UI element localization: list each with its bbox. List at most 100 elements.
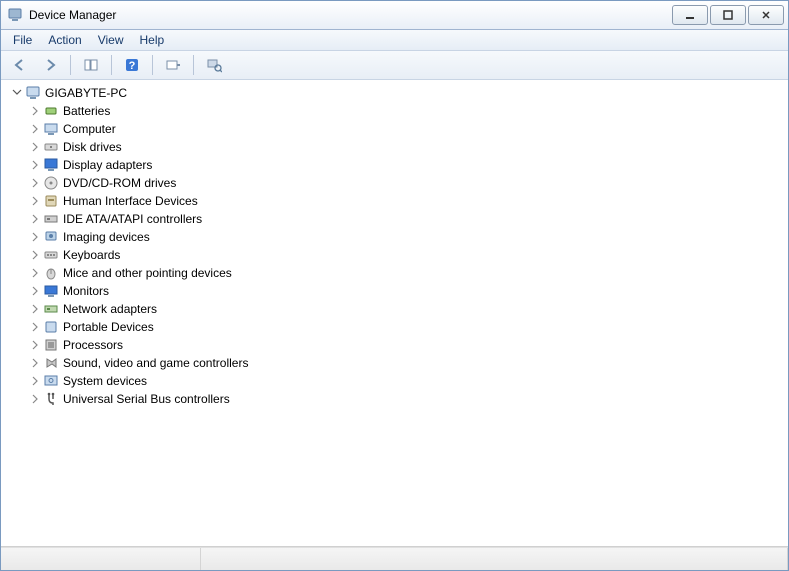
mouse-icon: [43, 265, 59, 281]
window-controls: [672, 5, 788, 25]
tree-category-label: Computer: [63, 122, 116, 136]
keyboard-icon: [43, 247, 59, 263]
tree-root-label: GIGABYTE-PC: [45, 86, 127, 100]
tree-category-row[interactable]: Keyboards: [29, 246, 788, 264]
tree-category-label: IDE ATA/ATAPI controllers: [63, 212, 202, 226]
toolbar-separator: [70, 55, 71, 75]
back-button[interactable]: [7, 53, 33, 77]
tree-category-row[interactable]: Network adapters: [29, 300, 788, 318]
show-hide-console-button[interactable]: [78, 53, 104, 77]
system-device-icon: [43, 373, 59, 389]
tree-category-row[interactable]: Monitors: [29, 282, 788, 300]
device-manager-icon: [7, 7, 23, 23]
expand-icon[interactable]: [29, 177, 41, 189]
tree-category-row[interactable]: Display adapters: [29, 156, 788, 174]
menu-action[interactable]: Action: [40, 31, 89, 49]
expand-icon[interactable]: [29, 123, 41, 135]
window-title: Device Manager: [29, 8, 672, 22]
toolbar-separator: [111, 55, 112, 75]
forward-button[interactable]: [37, 53, 63, 77]
tree-category-row[interactable]: Computer: [29, 120, 788, 138]
menu-help[interactable]: Help: [132, 31, 173, 49]
collapse-icon[interactable]: [11, 87, 23, 99]
toolbar: ?: [1, 51, 788, 80]
expand-icon[interactable]: [29, 159, 41, 171]
tree-category-row[interactable]: Sound, video and game controllers: [29, 354, 788, 372]
tree-category-label: DVD/CD-ROM drives: [63, 176, 176, 190]
expand-icon[interactable]: [29, 249, 41, 261]
tree-category-row[interactable]: Portable Devices: [29, 318, 788, 336]
tree-category-row[interactable]: Mice and other pointing devices: [29, 264, 788, 282]
tree-category-label: Batteries: [63, 104, 110, 118]
tree-category-row[interactable]: Universal Serial Bus controllers: [29, 390, 788, 408]
battery-icon: [43, 103, 59, 119]
network-adapter-icon: [43, 301, 59, 317]
display-adapter-icon: [43, 157, 59, 173]
tree-root-row[interactable]: GIGABYTE-PC: [11, 84, 788, 102]
tree-category-label: Portable Devices: [63, 320, 154, 334]
tree-category-label: Sound, video and game controllers: [63, 356, 248, 370]
tree-children: Batteries Computer Disk drives Display adap…: [29, 102, 788, 408]
menu-file[interactable]: File: [5, 31, 40, 49]
expand-icon[interactable]: [29, 393, 41, 405]
view-devices-button[interactable]: [201, 53, 227, 77]
processor-icon: [43, 337, 59, 353]
tree-category-row[interactable]: Imaging devices: [29, 228, 788, 246]
toolbar-separator: [193, 55, 194, 75]
tree-category-row[interactable]: Disk drives: [29, 138, 788, 156]
tree-category-label: Processors: [63, 338, 123, 352]
optical-drive-icon: [43, 175, 59, 191]
expand-icon[interactable]: [29, 105, 41, 117]
expand-icon[interactable]: [29, 321, 41, 333]
expand-icon[interactable]: [29, 285, 41, 297]
expand-icon[interactable]: [29, 339, 41, 351]
tree-category-label: Mice and other pointing devices: [63, 266, 232, 280]
device-tree: GIGABYTE-PC Batteries Computer Disk drives…: [11, 84, 788, 408]
imaging-device-icon: [43, 229, 59, 245]
tree-category-row[interactable]: IDE ATA/ATAPI controllers: [29, 210, 788, 228]
toolbar-separator: [152, 55, 153, 75]
tree-category-row[interactable]: DVD/CD-ROM drives: [29, 174, 788, 192]
menu-view[interactable]: View: [90, 31, 132, 49]
tree-category-label: Network adapters: [63, 302, 157, 316]
expand-icon[interactable]: [29, 213, 41, 225]
expand-icon[interactable]: [29, 357, 41, 369]
help-button[interactable]: ?: [119, 53, 145, 77]
tree-category-row[interactable]: Batteries: [29, 102, 788, 120]
close-button[interactable]: [748, 5, 784, 25]
tree-category-label: Imaging devices: [63, 230, 150, 244]
sound-icon: [43, 355, 59, 371]
tree-category-label: Human Interface Devices: [63, 194, 198, 208]
status-cell-right: [201, 548, 788, 570]
status-cell-left: [1, 548, 201, 570]
tree-category-row[interactable]: System devices: [29, 372, 788, 390]
tree-category-label: System devices: [63, 374, 147, 388]
computer-icon: [43, 121, 59, 137]
disk-drive-icon: [43, 139, 59, 155]
expand-icon[interactable]: [29, 303, 41, 315]
expand-icon[interactable]: [29, 141, 41, 153]
scan-hardware-button[interactable]: [160, 53, 186, 77]
monitor-icon: [43, 283, 59, 299]
statusbar: [1, 547, 788, 570]
computer-icon: [25, 85, 41, 101]
expand-icon[interactable]: [29, 267, 41, 279]
tree-category-row[interactable]: Human Interface Devices: [29, 192, 788, 210]
usb-icon: [43, 391, 59, 407]
expand-icon[interactable]: [29, 195, 41, 207]
titlebar: Device Manager: [1, 1, 788, 30]
hid-icon: [43, 193, 59, 209]
tree-category-label: Keyboards: [63, 248, 120, 262]
ide-controller-icon: [43, 211, 59, 227]
expand-icon[interactable]: [29, 231, 41, 243]
maximize-button[interactable]: [710, 5, 746, 25]
tree-category-label: Monitors: [63, 284, 109, 298]
tree-category-row[interactable]: Processors: [29, 336, 788, 354]
minimize-button[interactable]: [672, 5, 708, 25]
tree-category-label: Disk drives: [63, 140, 122, 154]
menubar: File Action View Help: [1, 30, 788, 51]
tree-category-label: Universal Serial Bus controllers: [63, 392, 230, 406]
expand-icon[interactable]: [29, 375, 41, 387]
tree-category-label: Display adapters: [63, 158, 152, 172]
device-tree-pane[interactable]: GIGABYTE-PC Batteries Computer Disk drives…: [1, 80, 788, 547]
